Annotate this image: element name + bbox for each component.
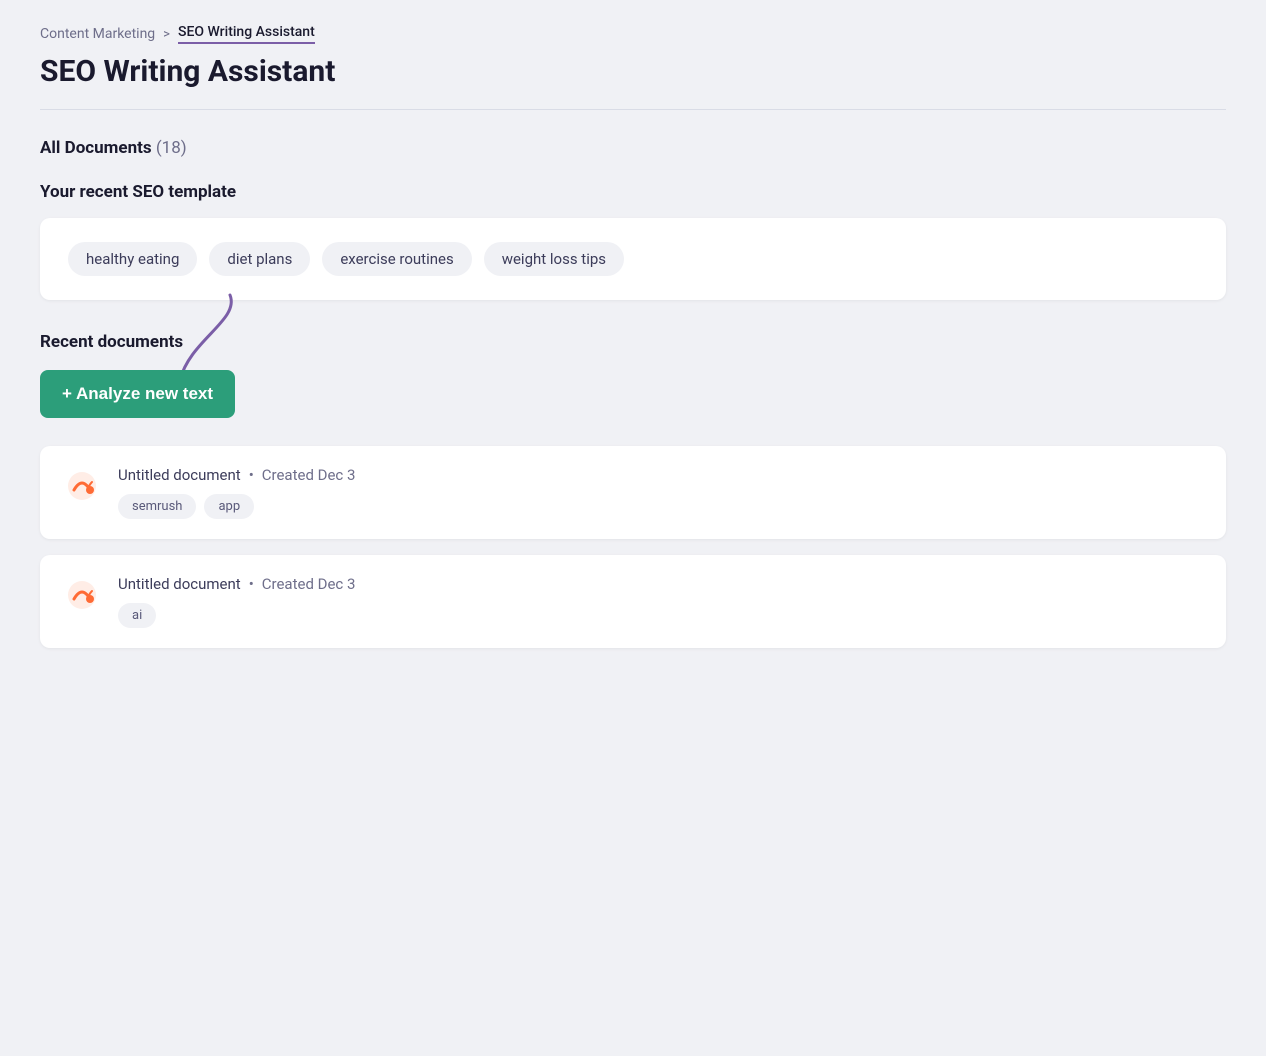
document-date-1: Created Dec 3: [262, 575, 356, 593]
document-info-0: Untitled document • Created Dec 3 semrus…: [118, 466, 1202, 519]
document-tags-0: semrush app: [118, 494, 1202, 519]
all-documents-label: All Documents: [40, 138, 152, 158]
keyword-pill-0[interactable]: healthy eating: [68, 242, 197, 276]
document-title-row-1: Untitled document • Created Dec 3: [118, 575, 1202, 593]
document-date-0: Created Dec 3: [262, 466, 356, 484]
document-dot-1: •: [249, 575, 254, 593]
page-wrapper: Content Marketing > SEO Writing Assistan…: [0, 0, 1266, 688]
breadcrumb-current: SEO Writing Assistant: [178, 24, 315, 44]
all-documents-count: (18): [156, 138, 187, 158]
document-dot-0: •: [249, 466, 254, 484]
document-card-0[interactable]: Untitled document • Created Dec 3 semrus…: [40, 446, 1226, 539]
keyword-pill-3[interactable]: weight loss tips: [484, 242, 624, 276]
page-title: SEO Writing Assistant: [40, 54, 1226, 89]
semrush-icon-0: [64, 468, 100, 504]
breadcrumb-parent[interactable]: Content Marketing: [40, 26, 155, 42]
analyze-btn-label: + Analyze new text: [62, 384, 213, 404]
document-tags-1: ai: [118, 603, 1202, 628]
analyze-button-wrapper: + Analyze new text: [40, 370, 235, 446]
keyword-pill-1[interactable]: diet plans: [209, 242, 310, 276]
document-tag-0-0[interactable]: semrush: [118, 494, 196, 519]
template-card: healthy eating diet plans exercise routi…: [40, 218, 1226, 300]
semrush-icon-1: [64, 577, 100, 613]
document-tag-0-1[interactable]: app: [204, 494, 254, 519]
page-divider: [40, 109, 1226, 110]
recent-template-heading: Your recent SEO template: [40, 182, 1226, 202]
document-card-1[interactable]: Untitled document • Created Dec 3 ai: [40, 555, 1226, 648]
keyword-pill-2[interactable]: exercise routines: [322, 242, 471, 276]
analyze-new-text-button[interactable]: + Analyze new text: [40, 370, 235, 418]
document-info-1: Untitled document • Created Dec 3 ai: [118, 575, 1202, 628]
recent-documents-section: Recent documents: [40, 332, 1226, 352]
recent-documents-heading: Recent documents: [40, 332, 1226, 352]
recent-template-label: Your recent SEO template: [40, 182, 236, 202]
document-title-1: Untitled document: [118, 575, 241, 593]
breadcrumb: Content Marketing > SEO Writing Assistan…: [40, 24, 1226, 44]
document-title-row-0: Untitled document • Created Dec 3: [118, 466, 1202, 484]
all-documents-heading: All Documents (18): [40, 138, 1226, 158]
document-title-0: Untitled document: [118, 466, 241, 484]
document-tag-1-0[interactable]: ai: [118, 603, 156, 628]
breadcrumb-separator: >: [163, 27, 170, 42]
